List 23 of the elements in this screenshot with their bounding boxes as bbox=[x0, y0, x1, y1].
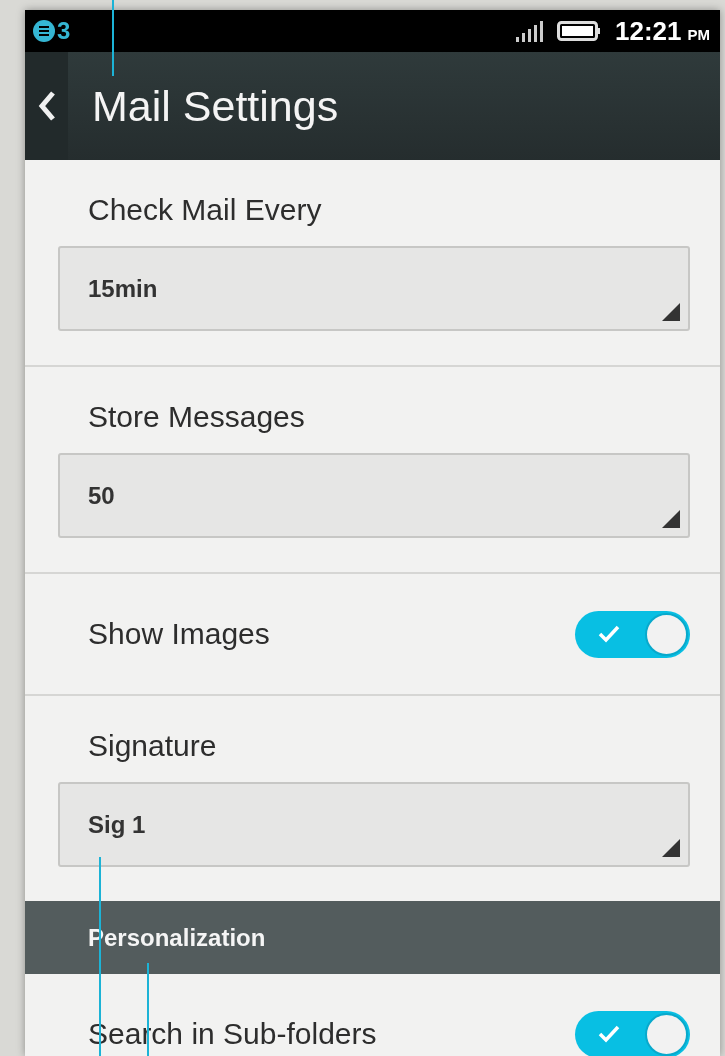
dropdown-field[interactable]: 15min bbox=[58, 246, 690, 331]
dropdown-corner-icon bbox=[662, 839, 680, 857]
setting-label: Check Mail Every bbox=[87, 192, 322, 228]
setting-label: Store Messages bbox=[87, 399, 305, 435]
check-icon bbox=[597, 1023, 621, 1044]
toggle-switch[interactable] bbox=[575, 610, 690, 658]
back-icon bbox=[37, 90, 56, 122]
dropdown-field[interactable]: Sig 1 bbox=[58, 782, 690, 867]
notification-icon bbox=[33, 20, 55, 42]
setting-label: Signature bbox=[87, 728, 217, 764]
toggle-switch[interactable] bbox=[575, 1010, 690, 1056]
notification-count: 3 bbox=[57, 17, 71, 45]
setting-label: Show Images bbox=[88, 616, 270, 652]
clock-period: PM bbox=[687, 25, 710, 43]
dropdown-corner-icon bbox=[662, 303, 680, 321]
signal-icon bbox=[515, 20, 545, 42]
battery-icon bbox=[557, 20, 601, 42]
dropdown-field[interactable]: 50 bbox=[58, 453, 690, 538]
check-icon bbox=[597, 623, 621, 644]
dropdown-corner-icon bbox=[662, 510, 680, 528]
screen-title: Mail Settings bbox=[92, 81, 339, 131]
back-button[interactable] bbox=[25, 52, 68, 160]
clock-time: 12:21 bbox=[615, 15, 682, 47]
